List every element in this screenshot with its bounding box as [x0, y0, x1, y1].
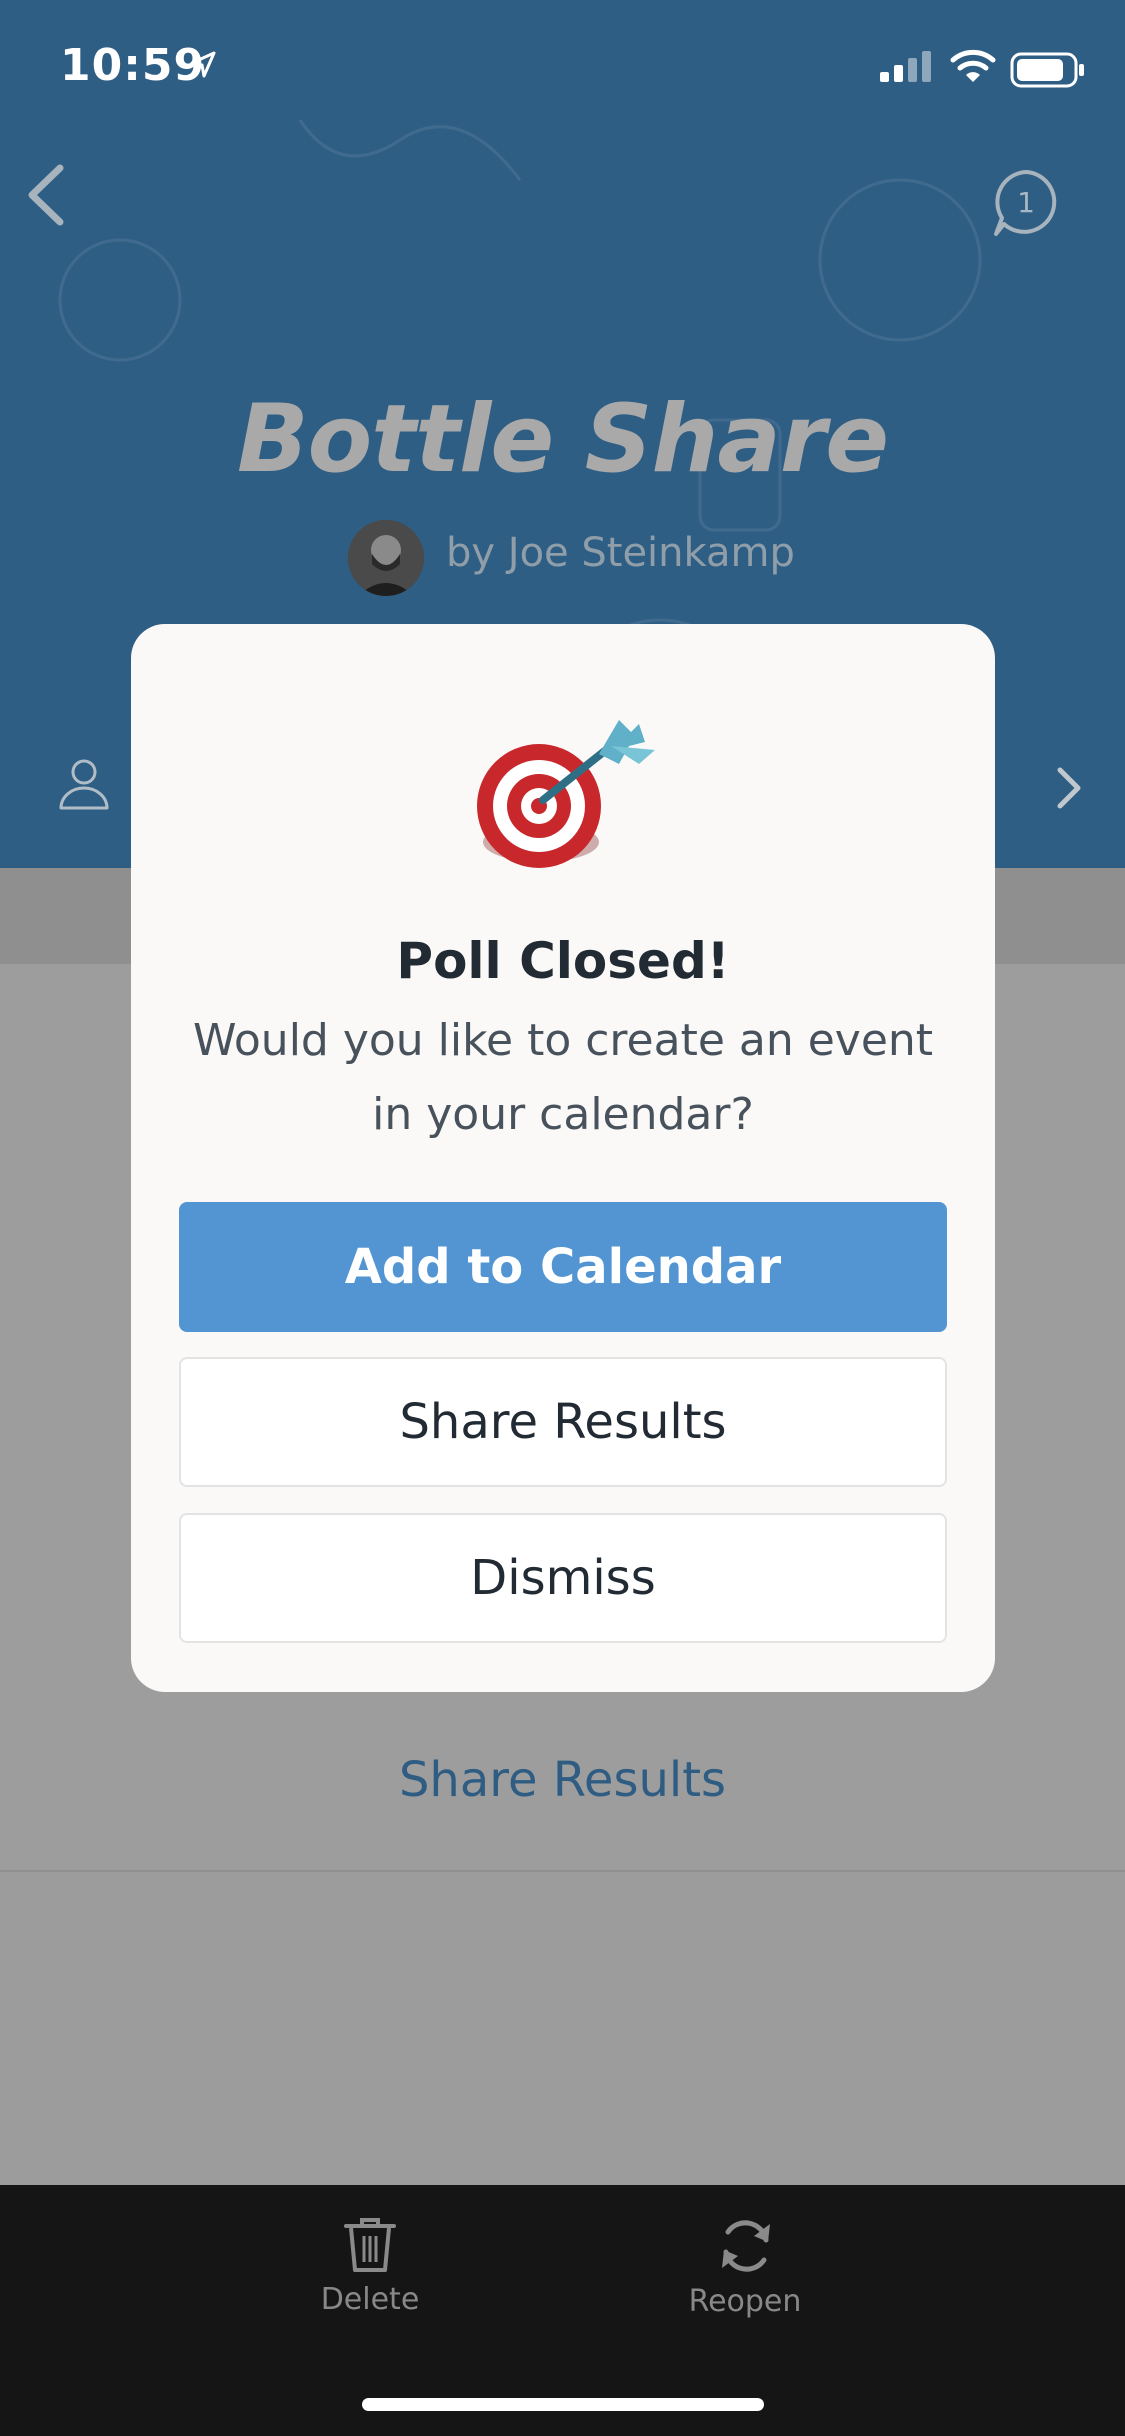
chevron-right-icon[interactable]	[1054, 766, 1084, 810]
avatar	[348, 520, 424, 596]
location-arrow-icon	[190, 51, 216, 78]
refresh-icon	[722, 2220, 770, 2272]
participants-person-icon[interactable]	[56, 756, 112, 812]
battery-icon	[1010, 52, 1084, 88]
lower-empty-area	[0, 1872, 1125, 2185]
reopen-label: Reopen	[688, 2284, 802, 2319]
comment-count-badge: 1	[1017, 185, 1035, 219]
back-chevron-icon[interactable]	[22, 160, 72, 230]
status-time: 10:59	[60, 40, 206, 91]
add-to-calendar-button[interactable]: Add to Calendar	[179, 1202, 947, 1332]
author-byline: by Joe Steinkamp	[446, 530, 795, 576]
poll-closed-dialog: Poll Closed! Would you like to create an…	[131, 624, 995, 1692]
bullseye-dart-icon	[477, 720, 655, 868]
dismiss-button[interactable]: Dismiss	[179, 1513, 947, 1643]
share-results-link[interactable]: Share Results	[0, 1752, 1125, 1808]
poll-title: Bottle Share	[237, 385, 889, 494]
wifi-icon	[950, 49, 996, 82]
cellular-signal-icon	[880, 51, 931, 82]
dialog-message: Would you like to create an event in you…	[192, 1015, 934, 1140]
share-results-button[interactable]: Share Results	[179, 1357, 947, 1487]
home-indicator	[362, 2398, 764, 2411]
dialog-title: Poll Closed!	[396, 932, 730, 990]
trash-icon	[344, 2218, 396, 2272]
delete-label: Delete	[320, 2282, 420, 2317]
